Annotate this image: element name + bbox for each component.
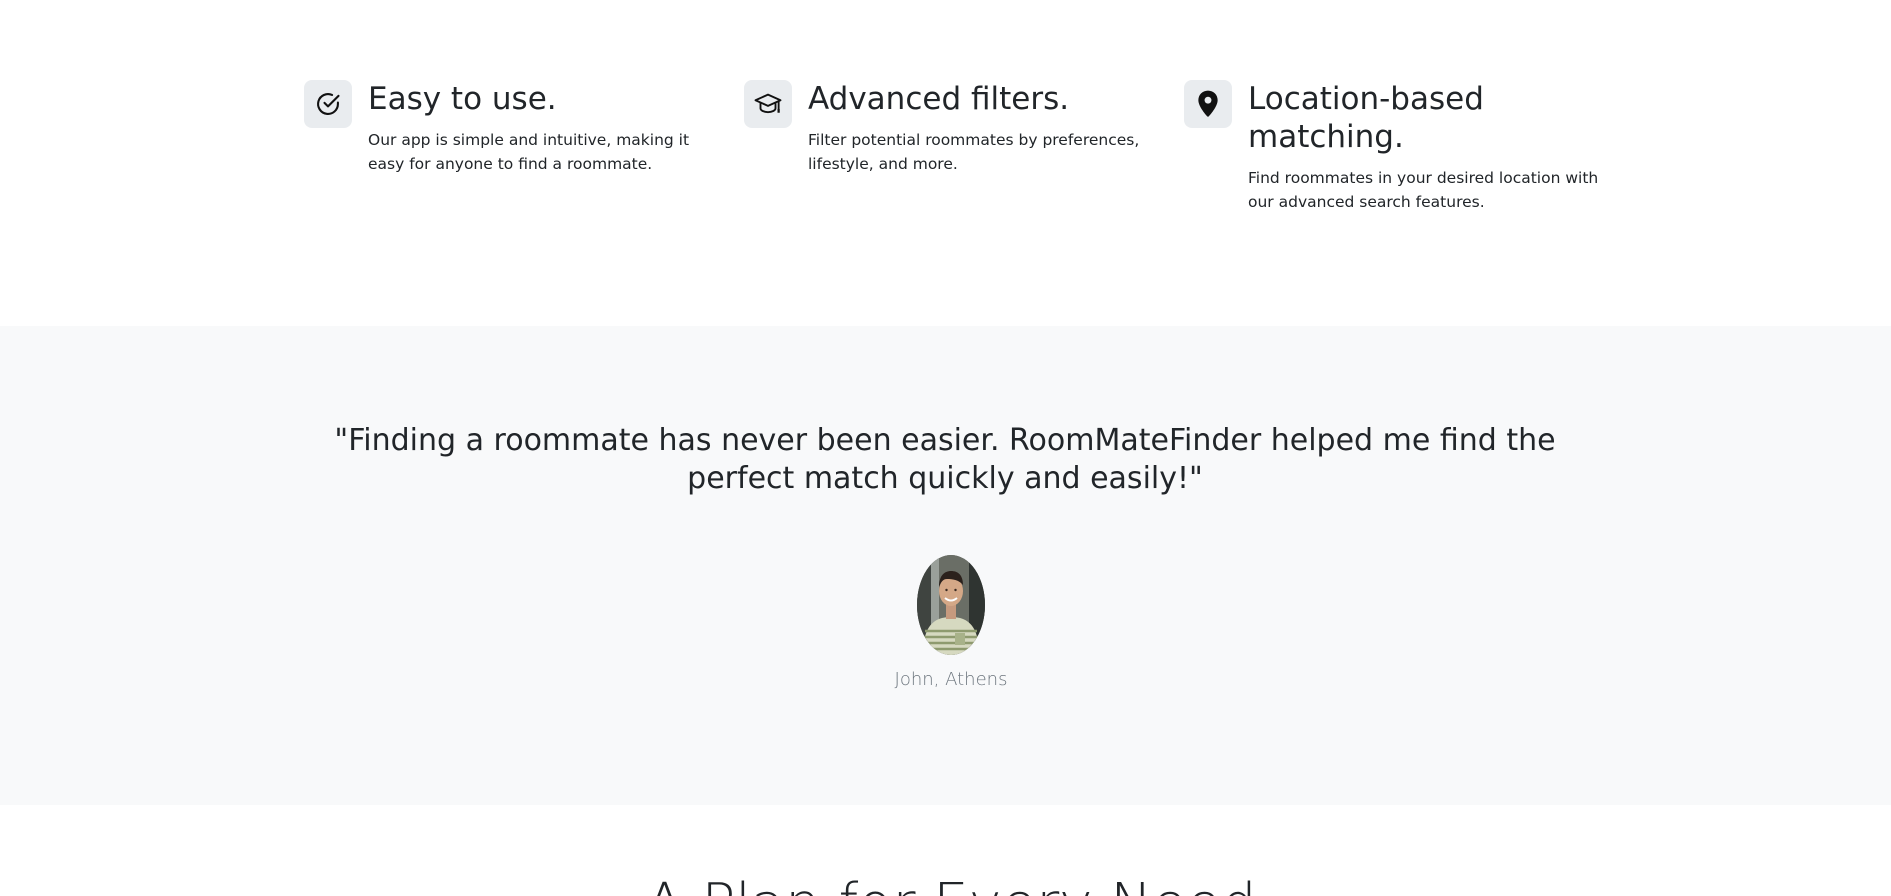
feature-description: Find roommates in your desired location … — [1248, 169, 1599, 211]
features-section: Easy to use. Our app is simple and intui… — [0, 0, 1891, 326]
feature-body: Easy to use. Our app is simple and intui… — [368, 80, 728, 176]
testimonial-quote: "Finding a roommate has never been easie… — [334, 423, 1556, 496]
testimonial-section: "Finding a roommate has never been easie… — [0, 326, 1891, 805]
check-circle-icon — [304, 80, 352, 128]
feature-title: Advanced filters. — [808, 81, 1070, 117]
page: Easy to use. Our app is simple and intui… — [0, 0, 1891, 896]
feature-body: Advanced filters. Filter potential roomm… — [808, 80, 1168, 176]
section-heading: A Plan for Every Need — [0, 871, 1891, 896]
pricing-section: A Plan for Every Need — [0, 805, 1891, 896]
feature-description: Our app is simple and intuitive, making … — [368, 131, 690, 173]
avatar — [917, 555, 985, 655]
feature-title: Location-based matching. — [1248, 81, 1484, 155]
testimonial-author: John, Athens — [894, 669, 1008, 690]
feature-title: Easy to use. — [368, 81, 557, 117]
feature-body: Location-based matching. Find roommates … — [1248, 80, 1608, 214]
graduation-cap-icon — [744, 80, 792, 128]
feature-description: Filter potential roommates by preference… — [808, 131, 1140, 173]
map-pin-icon — [1184, 80, 1232, 128]
